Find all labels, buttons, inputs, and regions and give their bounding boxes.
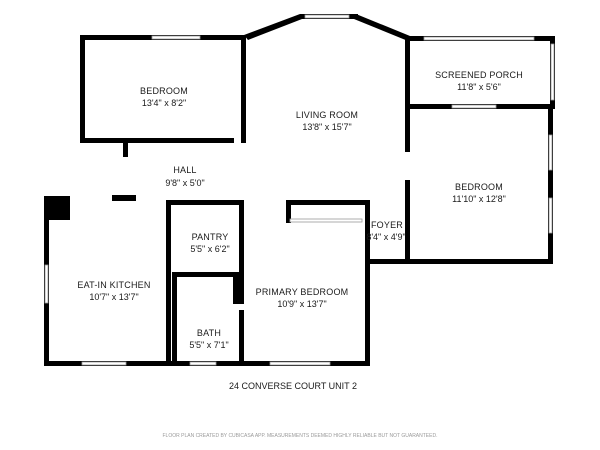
room-labels: BEDROOM 13'4" x 8'2" LIVING ROOM 13'8" x… — [77, 70, 522, 350]
room-name-bath: BATH — [197, 328, 221, 338]
wall — [233, 272, 244, 304]
window — [269, 361, 331, 366]
wall — [405, 104, 410, 152]
wall — [172, 277, 177, 361]
room-name-foyer: FOYER — [371, 220, 403, 230]
room-dims-bedroom-2: 11'10" x 12'8" — [452, 194, 506, 204]
window — [189, 361, 217, 366]
room-name-screened-porch: SCREENED PORCH — [435, 70, 523, 80]
floor-plan: BEDROOM 13'4" x 8'2" LIVING ROOM 13'8" x… — [44, 14, 555, 439]
room-dims-bath: 5'5" x 7'1" — [189, 340, 228, 350]
wall — [354, 14, 410, 41]
room-name-living-room: LIVING ROOM — [296, 110, 358, 120]
room-dims-hall: 9'8" x 5'0" — [165, 178, 204, 188]
wall — [166, 200, 244, 205]
room-name-bedroom-1: BEDROOM — [140, 86, 188, 96]
wall — [548, 104, 553, 264]
wall — [44, 196, 70, 220]
wall — [286, 200, 366, 205]
wall — [405, 36, 410, 104]
window — [44, 264, 49, 304]
window — [151, 35, 201, 40]
wall — [405, 180, 410, 264]
room-name-hall: HALL — [173, 165, 196, 175]
window — [423, 36, 535, 41]
wall — [80, 138, 234, 143]
window — [81, 361, 127, 366]
window — [289, 218, 363, 223]
wall — [166, 200, 171, 361]
wall — [370, 259, 405, 264]
wall — [239, 310, 244, 361]
wall — [112, 195, 136, 201]
window — [548, 197, 553, 234]
room-dims-primary-bedroom: 10'9" x 13'7" — [277, 299, 326, 309]
window — [550, 43, 555, 101]
room-name-pantry: PANTRY — [192, 232, 229, 242]
room-dims-bedroom-1: 13'4" x 8'2" — [142, 98, 186, 108]
room-name-eat-in-kitchen: EAT-IN KITCHEN — [77, 280, 150, 290]
wall — [365, 200, 370, 366]
floor-plan-disclaimer: FLOOR PLAN CREATED BY CUBICASA APP. MEAS… — [163, 433, 438, 439]
window — [451, 104, 497, 109]
wall — [80, 35, 85, 143]
property-address: 24 CONVERSE COURT UNIT 2 — [229, 381, 357, 391]
wall — [244, 14, 302, 40]
window — [304, 14, 350, 19]
room-dims-pantry: 5'5" x 6'2" — [190, 244, 229, 254]
window — [548, 134, 553, 171]
room-dims-eat-in-kitchen: 10'7" x 13'7" — [89, 292, 138, 302]
room-dims-living-room: 13'8" x 15'7" — [302, 122, 351, 132]
room-name-primary-bedroom: PRIMARY BEDROOM — [256, 287, 349, 297]
wall — [241, 35, 246, 143]
room-name-bedroom-2: BEDROOM — [455, 182, 503, 192]
room-dims-screened-porch: 11'8" x 5'6" — [457, 82, 501, 92]
wall — [123, 143, 128, 157]
wall — [405, 259, 553, 264]
room-dims-foyer: 8'4" x 4'9" — [366, 232, 405, 242]
